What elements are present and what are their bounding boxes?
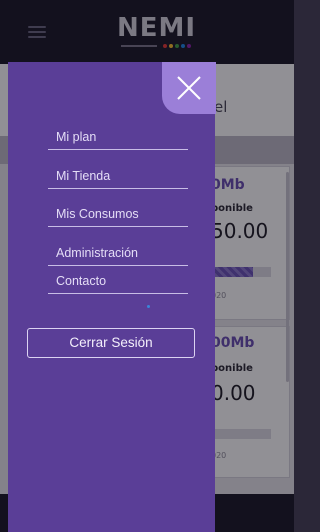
menu-item-label: Mi Tienda — [56, 169, 111, 183]
close-drawer-button[interactable] — [162, 62, 216, 114]
menu-item-label: Contacto — [56, 274, 107, 288]
close-icon — [177, 76, 201, 100]
menu-item-administracion[interactable]: Administración — [48, 243, 188, 266]
menu-item-label: Mis Consumos — [56, 207, 139, 221]
logout-button[interactable]: Cerrar Sesión — [27, 328, 195, 358]
menu-item-mis-consumos[interactable]: Mis Consumos — [48, 204, 188, 227]
menu-item-contacto[interactable]: Contacto — [48, 271, 188, 294]
indicator-dot — [147, 305, 150, 308]
menu-item-label: Mi plan — [56, 130, 97, 144]
menu-item-mi-tienda[interactable]: Mi Tienda — [48, 166, 188, 189]
menu-item-label: Administración — [56, 246, 138, 260]
menu-item-mi-plan[interactable]: Mi plan — [48, 127, 188, 150]
logout-label: Cerrar Sesión — [69, 335, 153, 350]
